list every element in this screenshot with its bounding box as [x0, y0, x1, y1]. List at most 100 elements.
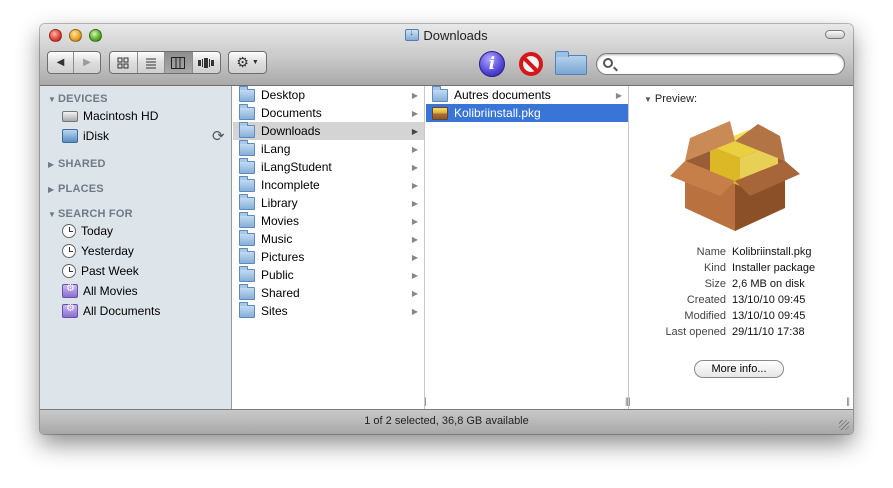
- resize-grip-icon[interactable]: [839, 420, 849, 430]
- downloads-column: Autres documents ▶ Kolibriinstall.pkg ||: [426, 85, 632, 409]
- list-item-label: Desktop: [261, 88, 306, 102]
- column-resize-handle[interactable]: ||: [625, 396, 629, 406]
- folder-icon: [239, 139, 255, 156]
- sidebar-item-past-week[interactable]: Past Week: [62, 262, 139, 280]
- list-view-button[interactable]: [138, 52, 165, 73]
- list-item-music[interactable]: Music ▶: [233, 229, 424, 248]
- list-item-desktop[interactable]: Desktop ▶: [233, 85, 424, 104]
- action-menu-button[interactable]: ⚙ ▼: [228, 51, 267, 74]
- info-value: 29/11/10 17:38: [732, 326, 805, 338]
- list-item-incomplete[interactable]: Incomplete ▶: [233, 175, 424, 194]
- list-item-downloads[interactable]: Downloads ▶: [233, 121, 424, 140]
- list-item-ilang[interactable]: iLang ▶: [233, 139, 424, 158]
- info-value: Kolibriinstall.pkg: [732, 246, 812, 258]
- more-info-button[interactable]: More info...: [694, 360, 784, 378]
- disclosure-arrow-icon: ▶: [411, 162, 418, 172]
- list-item-label: iLangStudent: [261, 160, 332, 174]
- sidebar: ▼ DEVICES Macintosh HD iDisk ⟳ ▶ SHARED ▶ P…: [40, 86, 232, 409]
- list-item-public[interactable]: Public ▶: [233, 265, 424, 284]
- disclosure-arrow-icon: ▶: [411, 144, 418, 154]
- status-bar: 1 of 2 selected, 36,8 GB available: [40, 409, 853, 434]
- sidebar-item-label: Today: [81, 224, 114, 238]
- home-column: Desktop ▶ Documents ▶ Downloads ▶ iLang ▶ iL…: [233, 85, 428, 409]
- disclosure-arrow-icon: ▶: [411, 90, 418, 100]
- list-item-movies[interactable]: Movies ▶: [233, 211, 424, 230]
- sidebar-item-macintosh-hd[interactable]: Macintosh HD: [62, 107, 158, 125]
- search-input[interactable]: [619, 56, 839, 72]
- toolbar-toggle-button[interactable]: [825, 30, 845, 39]
- list-item-label: Library: [261, 196, 298, 210]
- list-item-label: Movies: [261, 214, 300, 228]
- info-value: Installer package: [732, 262, 816, 274]
- section-label: DEVICES: [58, 93, 108, 105]
- coverflow-view-icon: [198, 57, 215, 68]
- window-title-text: Downloads: [423, 28, 488, 43]
- disclosure-arrow-icon: ▶: [411, 288, 418, 298]
- folder-icon: [239, 193, 255, 210]
- folder-icon: [239, 211, 255, 228]
- sidebar-section-devices[interactable]: ▼ DEVICES: [48, 93, 108, 105]
- toolbar: Downloads ◀ ▶ ⚙▼ i: [40, 24, 853, 86]
- search-field[interactable]: [596, 53, 845, 75]
- list-item-label: Documents: [261, 106, 322, 120]
- sidebar-item-idisk[interactable]: iDisk: [62, 127, 109, 145]
- info-key: Created: [686, 294, 726, 306]
- sidebar-item-all-movies[interactable]: All Movies: [62, 282, 138, 300]
- sidebar-item-today[interactable]: Today: [62, 222, 113, 240]
- info-value: 2,6 MB on disk: [732, 278, 805, 290]
- sidebar-item-yesterday[interactable]: Yesterday: [62, 242, 134, 260]
- list-item-autres-documents[interactable]: Autres documents ▶: [426, 85, 628, 104]
- disclosure-closed-icon: ▶: [48, 160, 55, 169]
- sidebar-item-label: All Movies: [83, 284, 138, 298]
- icon-view-icon: [117, 57, 129, 68]
- column-resize-handle[interactable]: ||: [846, 396, 850, 406]
- forward-button[interactable]: ▶: [74, 52, 100, 73]
- clock-icon: [62, 224, 76, 238]
- list-item-shared[interactable]: Shared ▶: [233, 283, 424, 302]
- section-label: SEARCH FOR: [58, 208, 133, 220]
- disclosure-arrow-icon: ▶: [411, 180, 418, 190]
- disclosure-arrow-icon: ▶: [411, 108, 418, 118]
- sidebar-item-label: Yesterday: [81, 244, 134, 258]
- info-row-name: Name Kolibriinstall.pkg: [630, 246, 853, 262]
- column-view-icon: [171, 56, 186, 69]
- info-key: Size: [704, 278, 726, 290]
- disclosure-arrow-icon: ▶: [411, 198, 418, 208]
- column-view-button[interactable]: [165, 52, 193, 73]
- disclosure-arrow-icon: ▶: [411, 216, 418, 226]
- sidebar-section-shared[interactable]: ▶ SHARED: [48, 158, 106, 170]
- sidebar-section-places[interactable]: ▶ PLACES: [48, 183, 104, 195]
- preview-heading[interactable]: ▼ Preview:: [644, 93, 697, 105]
- sidebar-item-all-documents[interactable]: All Documents: [62, 302, 160, 320]
- list-item-pictures[interactable]: Pictures ▶: [233, 247, 424, 266]
- list-item-library[interactable]: Library ▶: [233, 193, 424, 212]
- sidebar-item-label: Past Week: [81, 264, 139, 278]
- coverflow-view-button[interactable]: [193, 52, 220, 73]
- disclosure-arrow-icon: ▶: [411, 306, 418, 316]
- hard-disk-icon: [62, 110, 78, 122]
- package-icon: [432, 106, 448, 120]
- icon-view-button[interactable]: [110, 52, 138, 73]
- info-value: 13/10/10 09:45: [732, 310, 806, 322]
- window-title: Downloads: [40, 27, 853, 43]
- list-item-kolibriinstall-pkg[interactable]: Kolibriinstall.pkg: [426, 104, 628, 122]
- smart-folder-icon: [62, 283, 78, 298]
- list-item-label: Kolibriinstall.pkg: [454, 106, 541, 120]
- info-key: Modified: [684, 310, 726, 322]
- sync-icon[interactable]: ⟳: [212, 127, 225, 145]
- chevron-down-icon: ▼: [251, 59, 259, 66]
- idisk-icon: [62, 129, 78, 143]
- new-folder-icon[interactable]: [555, 51, 587, 75]
- list-item-sites[interactable]: Sites ▶: [233, 301, 424, 320]
- list-item-documents[interactable]: Documents ▶: [233, 103, 424, 122]
- no-entry-icon[interactable]: [519, 52, 543, 76]
- list-item-ilangstudent[interactable]: iLangStudent ▶: [233, 157, 424, 176]
- info-row-kind: Kind Installer package: [630, 262, 853, 278]
- sidebar-section-search-for[interactable]: ▼ SEARCH FOR: [48, 208, 133, 220]
- info-icon[interactable]: i: [479, 51, 505, 77]
- info-row-size: Size 2,6 MB on disk: [630, 278, 853, 294]
- list-item-label: Pictures: [261, 250, 305, 264]
- back-button[interactable]: ◀: [48, 52, 74, 73]
- disclosure-closed-icon: ▶: [48, 185, 55, 194]
- list-item-label: Music: [261, 232, 293, 246]
